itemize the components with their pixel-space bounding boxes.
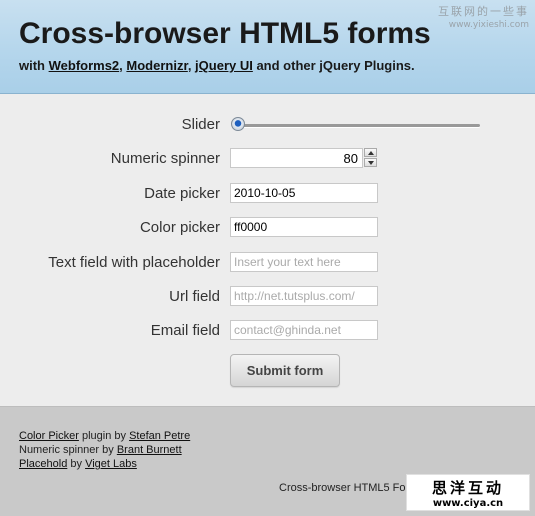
placehold-link[interactable]: Placehold: [19, 458, 67, 470]
credit-text: Numeric spinner by: [19, 444, 117, 456]
spinner-down-icon[interactable]: [364, 158, 377, 167]
date-label: Date picker: [144, 185, 220, 202]
page-subtitle: with Webforms2, Modernizr, jQuery UI and…: [19, 58, 415, 73]
color-picker-link[interactable]: Color Picker: [19, 430, 79, 442]
spinner-up-icon[interactable]: [364, 148, 377, 157]
spinner-label: Numeric spinner: [110, 150, 220, 167]
slider-track[interactable]: [238, 124, 480, 127]
watermark-top-url: www.yixieshi.com: [448, 20, 529, 30]
modernizr-link[interactable]: Modernizr: [126, 58, 187, 73]
page-footer: Color Picker plugin by Stefan Petre Nume…: [0, 406, 535, 516]
slider-handle[interactable]: [231, 117, 245, 131]
stefan-petre-link[interactable]: Stefan Petre: [129, 430, 190, 442]
jquery-ui-link[interactable]: jQuery UI: [195, 58, 253, 73]
credit-text: by: [67, 458, 86, 470]
watermark-top: 互联网的一些事 www.yixieshi.com: [438, 3, 529, 30]
credits: Color Picker plugin by Stefan Petre Nume…: [19, 429, 190, 471]
subtitle-separator: ,: [187, 58, 196, 73]
email-input[interactable]: [230, 320, 378, 340]
color-label: Color picker: [139, 219, 220, 236]
footer-title: Cross-browser HTML5 For: [279, 482, 410, 494]
subtitle-prefix: with: [19, 58, 49, 73]
credit-line: Color Picker plugin by Stefan Petre: [19, 429, 190, 443]
text-row: Text field with placeholder: [0, 252, 535, 274]
url-row: Url field: [0, 286, 535, 308]
credit-line: Placehold by Viget Labs: [19, 457, 190, 471]
url-label: Url field: [169, 288, 220, 305]
spinner-value: 80: [343, 151, 358, 166]
watermark-top-text: 互联网的一些事: [438, 5, 529, 18]
date-row: Date picker: [0, 183, 535, 205]
watermark-bottom: 思洋互动 www.ciya.cn: [406, 474, 530, 511]
webforms2-link[interactable]: Webforms2: [49, 58, 120, 73]
subtitle-suffix: and other jQuery Plugins.: [252, 58, 415, 73]
page-title: Cross-browser HTML5 forms: [19, 17, 431, 50]
slider-label: Slider: [181, 116, 220, 133]
viget-labs-link[interactable]: Viget Labs: [85, 458, 137, 470]
email-label: Email field: [150, 322, 220, 339]
text-field-input[interactable]: [230, 252, 378, 272]
color-picker-input[interactable]: [230, 217, 378, 237]
credit-text: plugin by: [78, 430, 130, 442]
page-header: Cross-browser HTML5 forms with Webforms2…: [0, 0, 535, 94]
watermark-bottom-text: 思洋互动: [431, 479, 504, 497]
numeric-spinner-input[interactable]: 80: [230, 148, 363, 168]
credit-line: Numeric spinner by Brant Burnett: [19, 443, 190, 457]
watermark-bottom-url: www.ciya.cn: [432, 498, 504, 509]
spinner-row: Numeric spinner 80: [0, 148, 535, 170]
date-picker-input[interactable]: [230, 183, 378, 203]
slider-row: Slider: [0, 114, 535, 136]
submit-button[interactable]: Submit form: [230, 354, 340, 387]
color-row: Color picker: [0, 217, 535, 239]
spinner-buttons: [364, 148, 378, 168]
brant-burnett-link[interactable]: Brant Burnett: [117, 444, 182, 456]
url-input[interactable]: [230, 286, 378, 306]
text-field-label: Text field with placeholder: [48, 254, 220, 271]
email-row: Email field: [0, 320, 535, 342]
